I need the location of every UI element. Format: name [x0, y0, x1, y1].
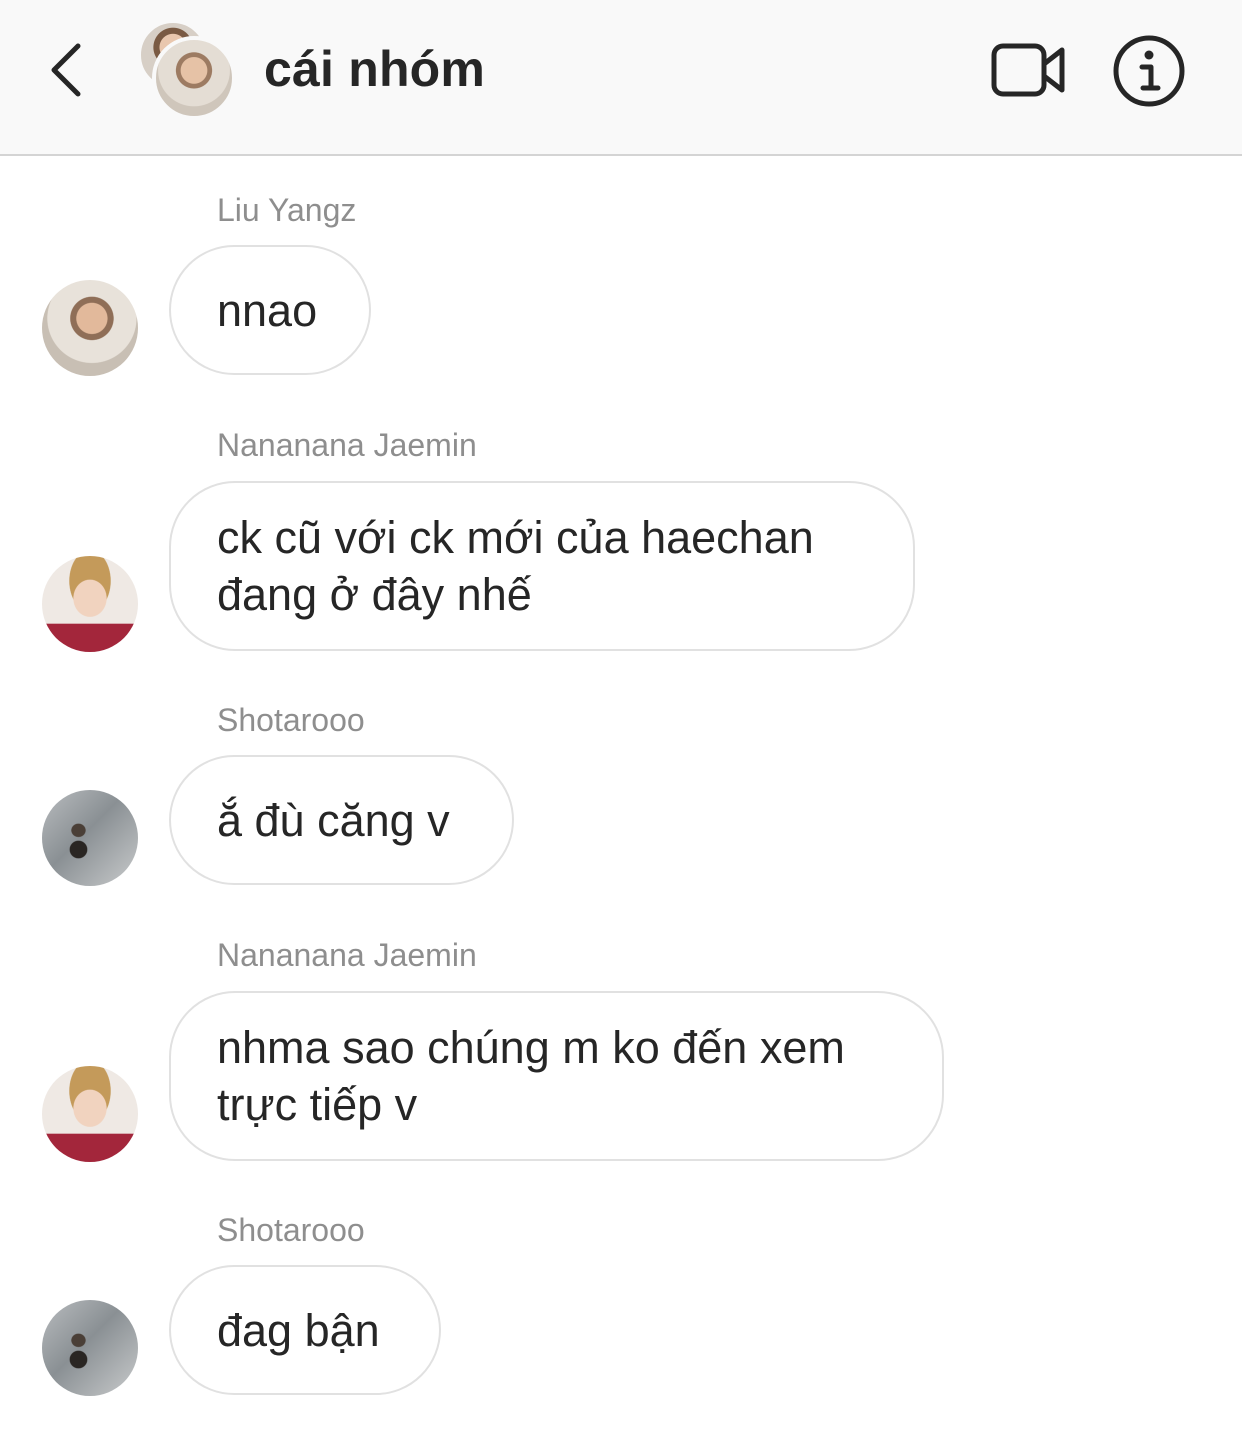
avatar[interactable] [42, 556, 138, 652]
message-text: ck cũ với ck mới của haechan đang ở đây … [217, 512, 814, 620]
message-bubble[interactable]: nnao [169, 245, 371, 375]
message-text: đag bận [217, 1304, 380, 1356]
sender-name: Nananana Jaemin [217, 427, 477, 463]
message-text: nnao [217, 284, 318, 336]
avatar[interactable] [42, 790, 138, 886]
avatar[interactable] [42, 280, 138, 376]
chevron-left-icon[interactable] [44, 40, 90, 100]
sender-name: Nananana Jaemin [217, 937, 477, 973]
message-bubble[interactable]: ck cũ với ck mới của haechan đang ở đây … [169, 481, 915, 651]
video-camera-icon[interactable] [990, 38, 1068, 102]
group-title[interactable]: cái nhóm [264, 40, 485, 98]
sender-name: Liu Yangz [217, 192, 357, 228]
avatar[interactable] [42, 1300, 138, 1396]
sender-name: Shotarooo [217, 702, 365, 738]
message-bubble[interactable]: đag bận [169, 1265, 441, 1395]
chat-header: cái nhóm [0, 0, 1242, 156]
avatar[interactable] [42, 1066, 138, 1162]
info-icon[interactable] [1112, 34, 1186, 108]
message-bubble[interactable]: nhma sao chúng m ko đến xem trực tiếp v [169, 991, 944, 1161]
group-avatar[interactable] [136, 18, 240, 122]
sender-name: Shotarooo [217, 1212, 365, 1248]
message-text: ắ đù căng v [217, 794, 450, 846]
message-text: nhma sao chúng m ko đến xem trực tiếp v [217, 1022, 845, 1130]
group-avatar-front [152, 36, 236, 120]
message-bubble[interactable]: ắ đù căng v [169, 755, 514, 885]
